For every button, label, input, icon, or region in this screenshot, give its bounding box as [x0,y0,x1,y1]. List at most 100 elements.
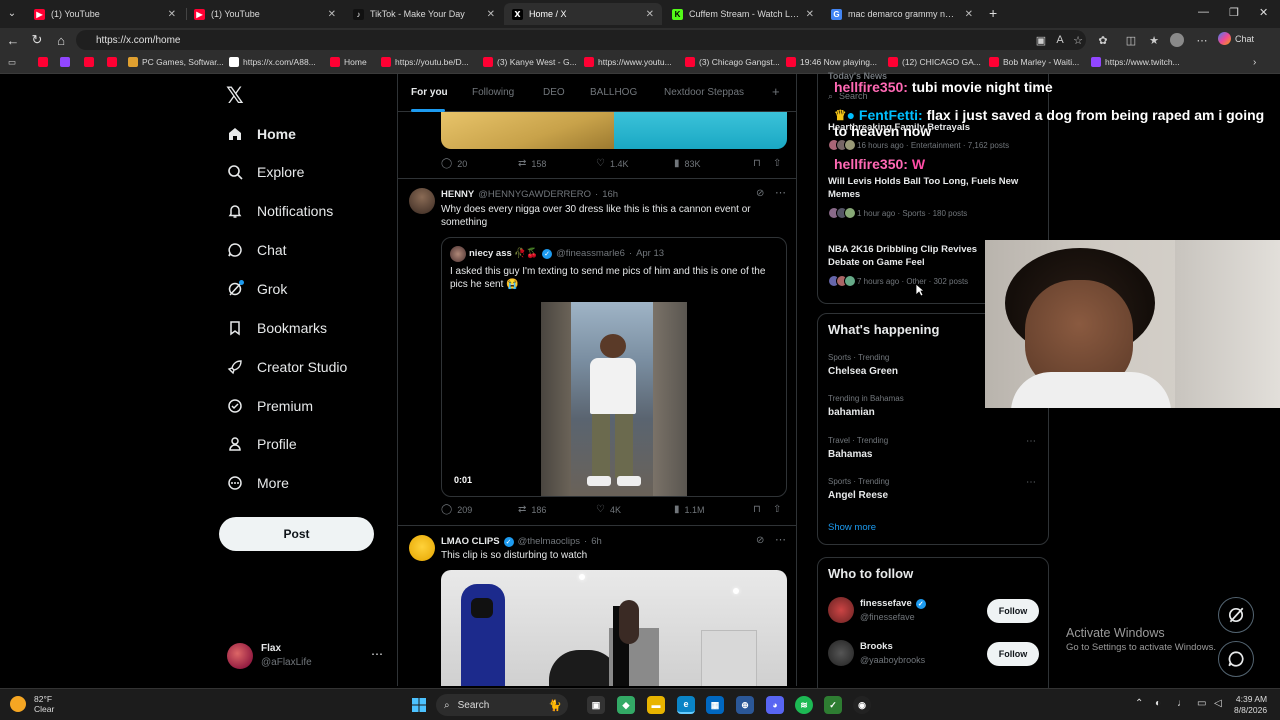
profile-avatar-icon[interactable] [1170,33,1184,47]
file-explorer-icon[interactable]: ▬ [647,696,665,714]
obs-icon[interactable]: ◉ [853,696,871,714]
chat-fab-button[interactable] [1218,641,1254,677]
volume-icon[interactable]: ◁ [1214,698,1222,709]
sidebar-item-explore[interactable]: Explore [226,160,304,184]
bookmark-item[interactable]: https://youtu.be/D... [381,57,469,67]
tray-app-icon[interactable]: ◐ [1155,698,1161,709]
weather-widget[interactable]: 82°F Clear [10,694,54,714]
post-author-handle[interactable]: @HENNYGAWDERRERO [478,189,591,200]
system-clock[interactable]: 4:39 AM 8/8/2026 [1234,694,1267,716]
network-icon[interactable]: ▭ [1197,698,1206,709]
reload-icon[interactable]: ↻ [29,32,45,48]
close-tab-icon[interactable]: ✕ [168,9,176,20]
browser-tab[interactable]: ▶ (1) YouTube ✕ [26,3,184,25]
share-button[interactable]: ⇧ [773,504,786,515]
add-tab-icon[interactable]: + [772,84,780,99]
app-icon[interactable]: ✓ [824,696,842,714]
tab-list-icon[interactable]: ⌄ [4,5,20,21]
home-browser-icon[interactable]: ⌂ [53,32,69,48]
bookmark-item[interactable]: (3) Kanye West - G... [483,57,577,67]
tray-overflow-icon[interactable]: ⌃ [1135,698,1143,709]
views-button[interactable]: ▮ 1.1M [674,504,705,515]
maximize-icon[interactable]: ❐ [1229,6,1239,19]
post-author-name[interactable]: LMAO CLIPS [441,536,500,547]
bookmark-item[interactable] [84,57,98,67]
sidebar-item-chat[interactable]: Chat [226,238,287,262]
browser-tab[interactable]: K Cuffem Stream - Watch Live on Ki ✕ [664,3,822,25]
avatar[interactable] [409,535,435,561]
bookmark-item[interactable] [107,57,121,67]
edge-browser-icon[interactable]: e [677,696,695,714]
bookmark-item[interactable] [38,57,52,67]
copilot-chat-button[interactable]: Chat [1218,32,1254,45]
reply-button[interactable]: ◯ 20 [441,158,467,169]
sidebar-item-bookmarks[interactable]: Bookmarks [226,316,327,340]
close-tab-icon[interactable]: ✕ [487,9,495,20]
bookmark-button[interactable]: ⊓ [753,504,766,515]
more-dots-icon[interactable]: ⋯ [1026,477,1036,488]
bookmark-item[interactable]: PC Games, Softwar... [128,57,224,67]
read-aloud-icon[interactable]: A [1053,33,1067,47]
windows-start-icon[interactable] [410,696,428,714]
post-author-name[interactable]: HENNY [441,189,474,200]
favorites-icon[interactable]: ★ [1147,33,1161,47]
grok-fab-button[interactable] [1218,597,1254,633]
app-store-icon[interactable]: ◆ [617,696,635,714]
bookmark-item[interactable]: (3) Chicago Gangst... [685,57,780,67]
browser-tab[interactable]: ♪ TikTok - Make Your Day ✕ [345,3,503,25]
sidebar-item-premium[interactable]: Premium [226,394,313,418]
bookmark-button[interactable]: ⊓ [753,158,766,169]
tab-deo[interactable]: DEO [543,87,565,98]
follow-button[interactable]: Follow [987,642,1039,666]
bookmark-item[interactable]: https://www.twitch... [1091,57,1180,67]
url-input[interactable]: https://x.com/home [76,30,1086,50]
post-time[interactable]: 16h [602,189,618,200]
share-button[interactable]: ⇧ [773,158,786,169]
account-switcher[interactable]: Flax @aFlaxLife ⋯ [227,641,387,671]
sidebar-item-grok[interactable]: Grok [226,277,287,301]
close-tab-icon[interactable]: ✕ [806,9,814,20]
post-author-handle[interactable]: @thelmaoclips [518,536,580,547]
sidebar-item-notifications[interactable]: Notifications [226,199,333,223]
more-dots-icon[interactable]: ⋯ [371,647,383,661]
tab-for-you[interactable]: For you [411,87,448,98]
repost-button[interactable]: ⇄ 186 [518,504,546,515]
minimize-icon[interactable]: — [1198,6,1209,18]
settings-menu-icon[interactable]: ⋯ [1195,33,1209,47]
close-tab-icon[interactable]: ✕ [965,9,973,20]
bookmark-item[interactable]: https://x.com/A88... [229,57,316,67]
bookmarks-more-icon[interactable]: › [1253,57,1256,68]
avatar[interactable] [409,188,435,214]
close-tab-icon[interactable]: ✕ [646,9,654,20]
like-button[interactable]: ♡ 4K [596,504,621,515]
bookmark-item[interactable]: Home [330,57,367,67]
back-icon[interactable]: ← [5,32,21,48]
spotify-icon[interactable]: ≋ [795,696,813,714]
x-logo[interactable]: 𝕏 [226,84,244,109]
new-tab-icon[interactable]: + [989,5,997,21]
close-window-icon[interactable]: ✕ [1259,6,1268,19]
task-view-icon[interactable]: ▣ [587,696,605,714]
favorite-star-icon[interactable]: ☆ [1071,33,1085,47]
repost-button[interactable]: ⇄ 158 [518,158,546,169]
more-dots-icon[interactable]: ⋯ [1026,436,1036,447]
bookmark-item[interactable]: (12) CHICAGO GA... [888,57,981,67]
microphone-icon[interactable]: ♩ [1177,698,1187,709]
tab-nextdoor-steppas[interactable]: Nextdoor Steppas [664,87,744,98]
post-media[interactable] [441,570,787,686]
network-app-icon[interactable]: ⊕ [736,696,754,714]
sidebar-item-more[interactable]: More [226,471,289,495]
video-player[interactable] [541,302,687,496]
post-media[interactable] [441,112,787,149]
show-more-link[interactable]: Show more [828,522,876,533]
sidebar-item-home[interactable]: Home [226,122,296,146]
bookmarks-toggle-icon[interactable]: ▭ [8,57,16,68]
browser-tab-active[interactable]: X Home / X ✕ [504,3,662,25]
bookmark-item[interactable]: Bob Marley - Waiti... [989,57,1079,67]
sidebar-item-profile[interactable]: Profile [226,432,297,456]
browser-tab[interactable]: ▶ (1) YouTube ✕ [186,3,344,25]
app-icon[interactable]: ▣ [1034,33,1048,47]
taskbar-search[interactable]: ⌕ Search 🐈 [436,694,568,716]
grok-explain-icon[interactable]: ⊘ [756,188,764,199]
sidebar-item-creator-studio[interactable]: Creator Studio [226,355,347,379]
